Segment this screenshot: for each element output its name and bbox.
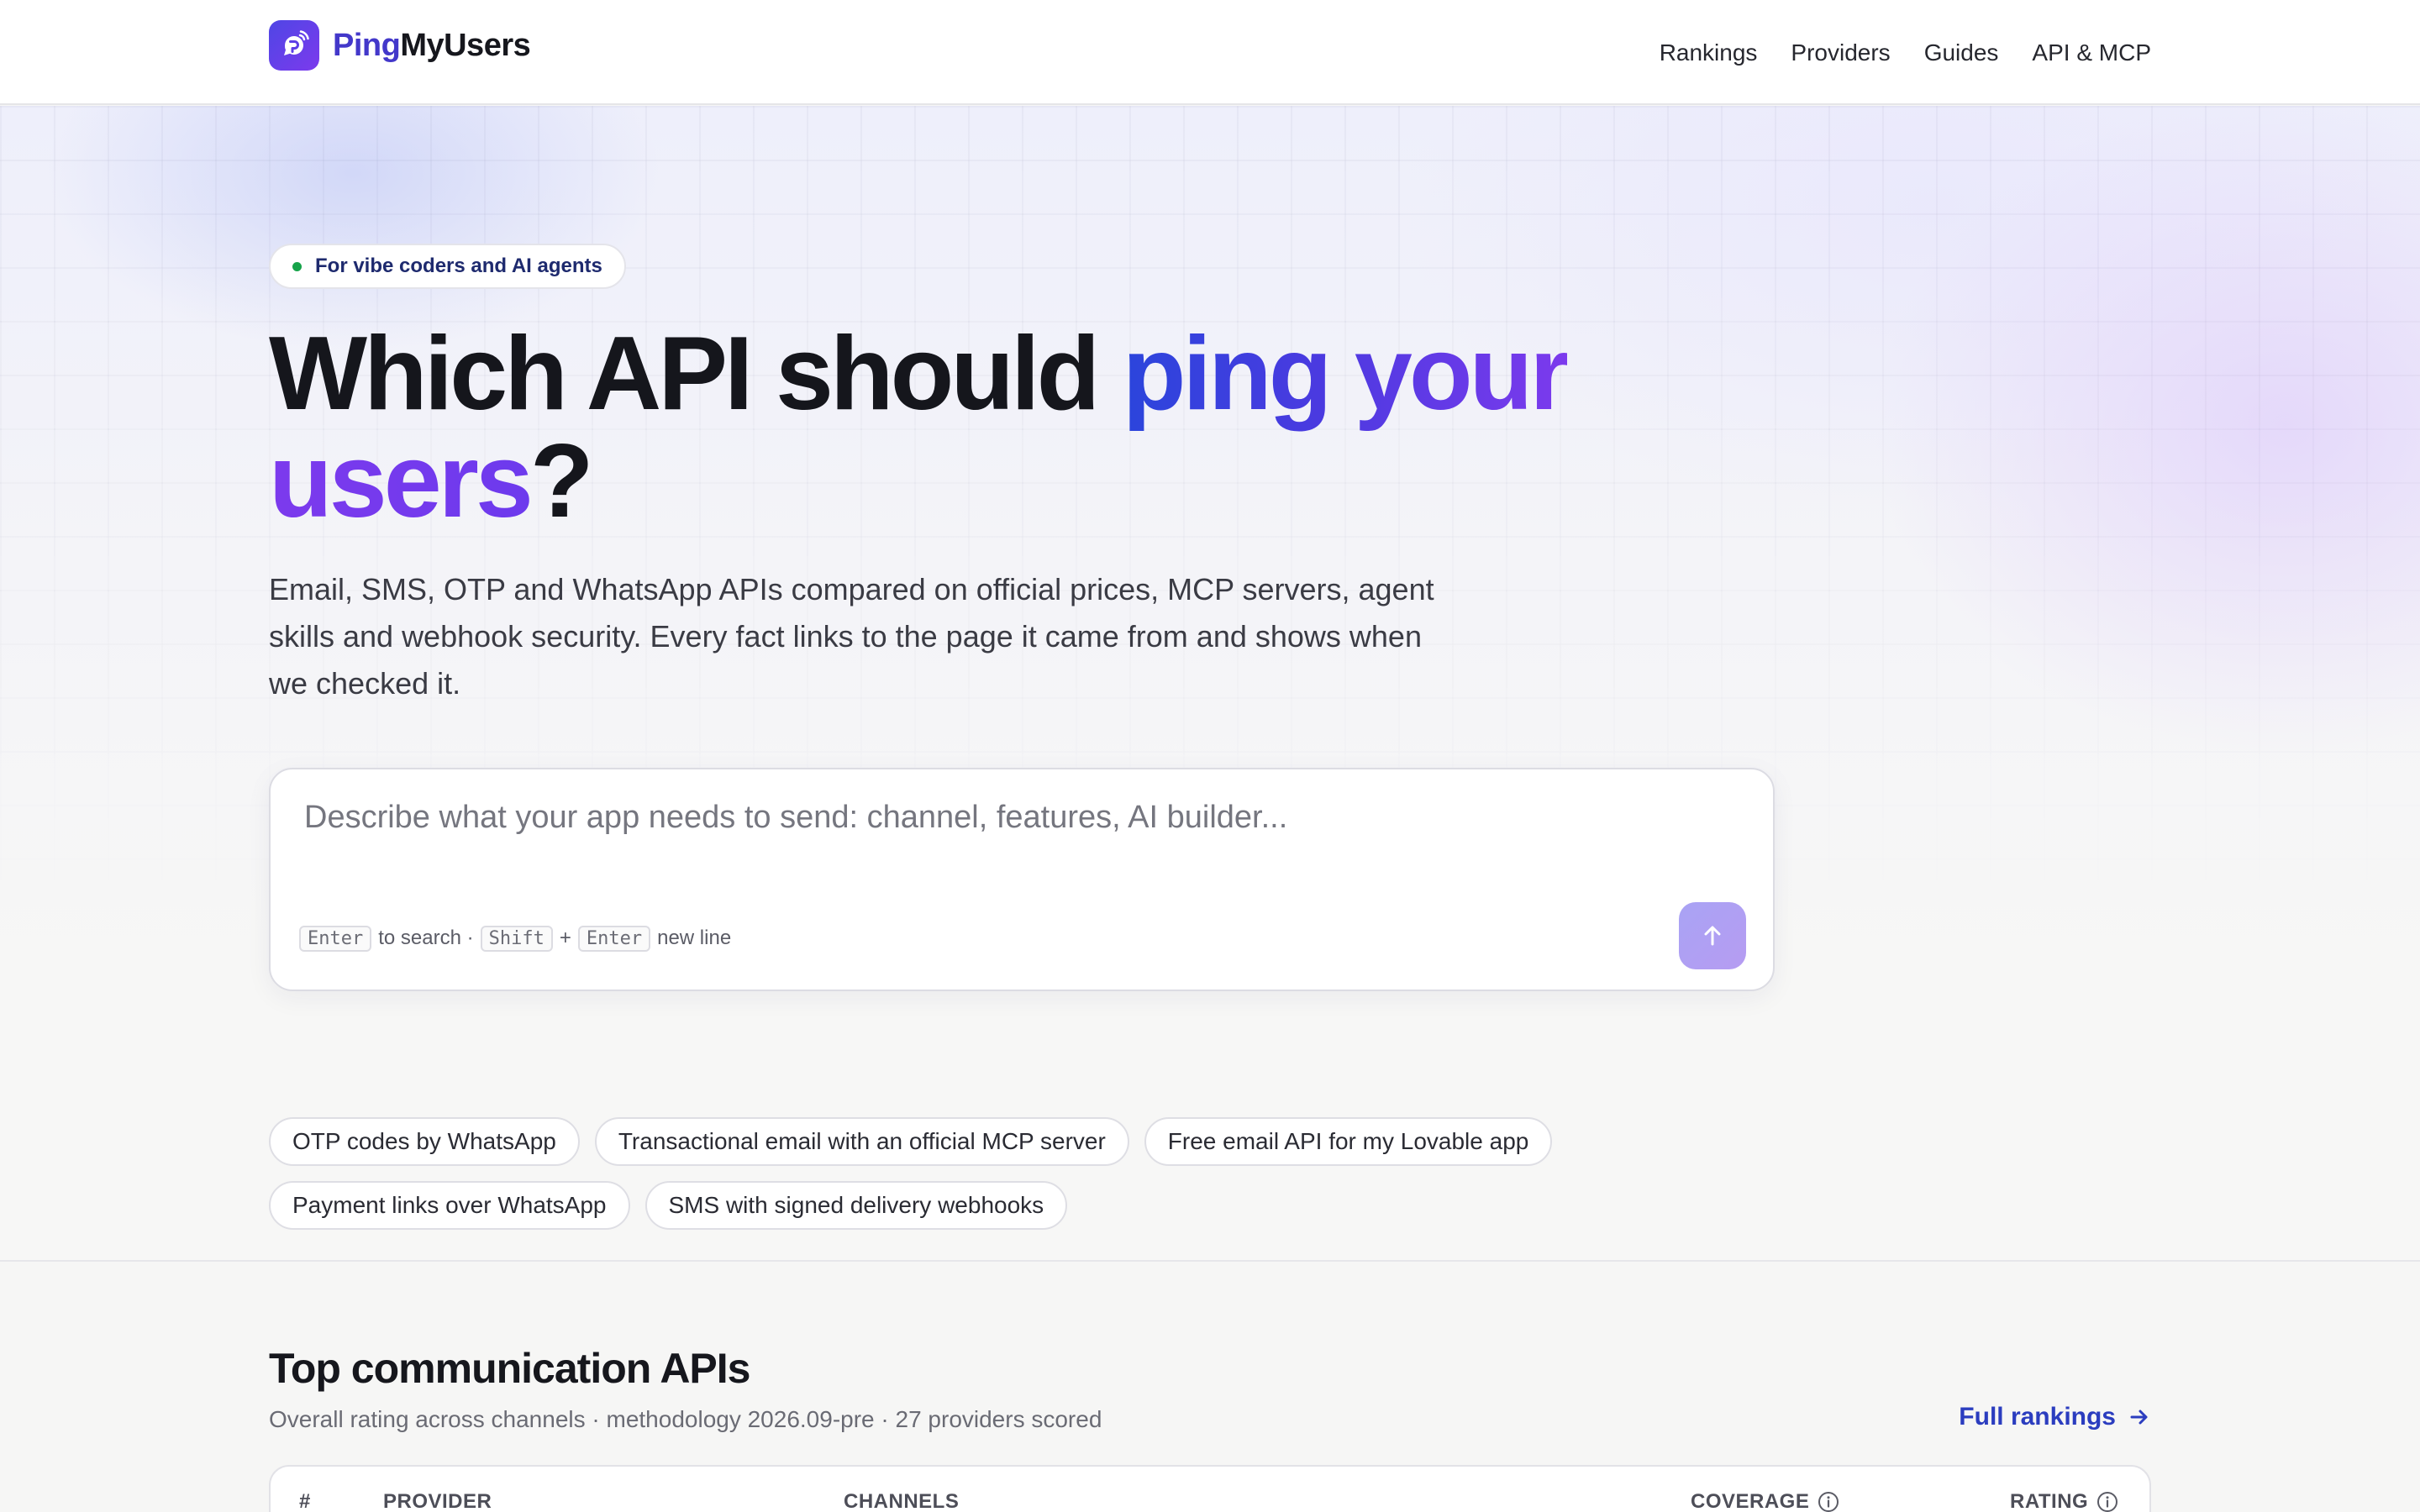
arrow-up-icon: [1704, 926, 1721, 946]
hint-new-line: new line: [657, 927, 732, 949]
rankings-subtitle: Overall rating across channels · methodo…: [269, 1406, 1102, 1432]
kbd-enter-2: Enter: [577, 925, 651, 952]
headline-accent-1: ping your: [1122, 316, 1570, 432]
full-rankings-link[interactable]: Full rankings: [1959, 1403, 2151, 1431]
nav-link-providers[interactable]: Providers: [1791, 39, 1890, 66]
hero-section: For vibe coders and AI agents Which API …: [0, 106, 2420, 1260]
hint-to-search: to search ·: [378, 927, 474, 949]
nav-link-rankings[interactable]: Rankings: [1660, 39, 1758, 66]
info-icon[interactable]: [1818, 1491, 1839, 1512]
info-icon[interactable]: [2096, 1491, 2118, 1512]
suggestion-chip[interactable]: OTP codes by WhatsApp: [269, 1117, 580, 1166]
keyboard-hint: Enter to search · Shift + Enter new line: [299, 924, 731, 953]
suggestion-chip[interactable]: Transactional email with an official MCP…: [594, 1117, 1129, 1166]
top-navigation-bar: PingMyUsers Rankings Providers Guides AP…: [0, 0, 2420, 105]
arrow-right-icon: [2130, 1410, 2148, 1425]
full-rankings-label: Full rankings: [1959, 1403, 2116, 1431]
brand-name-part-1: Ping: [333, 27, 401, 63]
brand-name: PingMyUsers: [333, 27, 531, 64]
status-dot-icon: [292, 261, 302, 271]
search-input[interactable]: [304, 800, 1733, 892]
column-header-coverage[interactable]: COVERAGE: [1691, 1488, 1839, 1512]
suggestion-chips: OTP codes by WhatsApp Transactional emai…: [269, 1117, 1781, 1230]
headline-plain-1: Which API should: [269, 316, 1123, 432]
main-nav: Rankings Providers Guides API & MCP: [1660, 0, 2151, 105]
brand-name-part-2: MyUsers: [400, 27, 531, 63]
column-header-rating[interactable]: RATING: [2010, 1488, 2118, 1512]
rankings-table: # PROVIDER CHANNELS COVERAGE RATING: [269, 1465, 2151, 1512]
brand-logo[interactable]: PingMyUsers: [269, 19, 531, 71]
nav-link-guides[interactable]: Guides: [1924, 39, 1999, 66]
kbd-enter: Enter: [299, 925, 372, 952]
suggestion-chip[interactable]: Payment links over WhatsApp: [269, 1181, 630, 1230]
suggestion-chip[interactable]: SMS with signed delivery webhooks: [644, 1181, 1068, 1230]
audience-badge-label: For vibe coders and AI agents: [315, 255, 602, 277]
hero-description: Email, SMS, OTP and WhatsApp APIs compar…: [269, 572, 1434, 701]
column-header-rank: #: [299, 1488, 311, 1512]
search-submit-button[interactable]: [1679, 902, 1746, 969]
rankings-section: Top communication APIs Overall rating ac…: [0, 1260, 2420, 1512]
column-header-channels-label: CHANNELS: [844, 1490, 960, 1512]
column-header-coverage-label: COVERAGE: [1691, 1490, 1810, 1512]
kbd-shift: Shift: [480, 925, 553, 952]
column-header-channels: CHANNELS: [844, 1488, 959, 1512]
headline-accent-2: users: [269, 423, 534, 539]
rankings-title: Top communication APIs: [269, 1345, 750, 1392]
headline-plain-2: ?: [529, 423, 594, 539]
speech-bubble-signal-icon: [269, 20, 319, 71]
suggestion-chip[interactable]: Free email API for my Lovable app: [1144, 1117, 1553, 1166]
hint-plus: +: [559, 927, 571, 949]
nav-link-api-mcp[interactable]: API & MCP: [2032, 39, 2151, 66]
column-header-rank-label: #: [299, 1490, 311, 1512]
audience-badge: For vibe coders and AI agents: [269, 244, 626, 289]
column-header-provider[interactable]: PROVIDER: [383, 1488, 492, 1512]
column-header-provider-label: PROVIDER: [383, 1490, 492, 1512]
search-box: Enter to search · Shift + Enter new line: [269, 768, 1775, 991]
page-title: Which API should ping your users?: [269, 320, 1949, 535]
column-header-rating-label: RATING: [2010, 1490, 2089, 1512]
